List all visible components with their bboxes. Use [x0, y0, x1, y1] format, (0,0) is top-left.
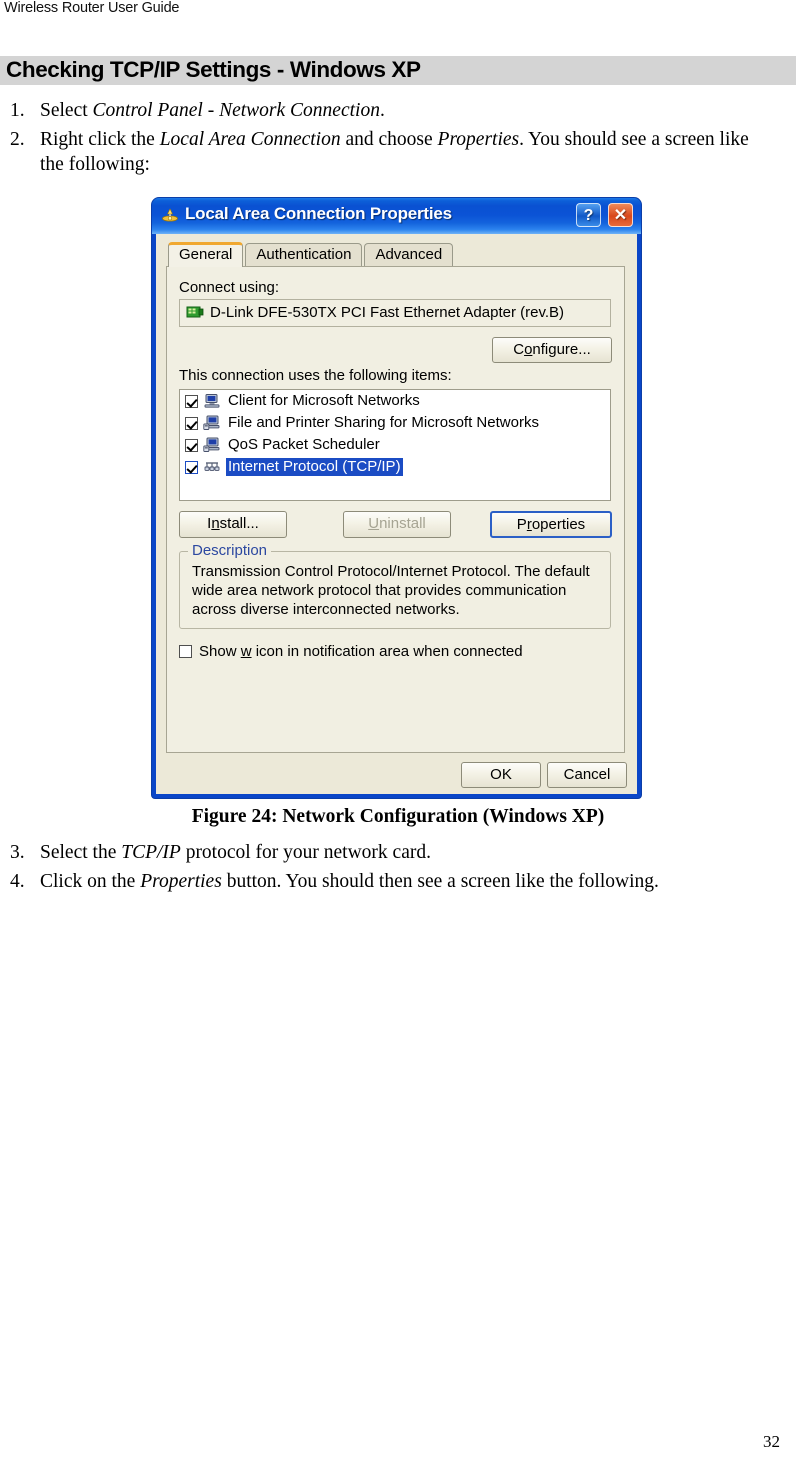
step-text: Select the TCP/IP protocol for your netw… [40, 842, 431, 863]
item-label: Client for Microsoft Networks [228, 392, 420, 409]
figure-caption: Figure 24: Network Configuration (Window… [191, 806, 605, 827]
description-groupbox: Description Transmission Control Protoco… [179, 542, 611, 629]
uninstall-button: Uninstall [343, 511, 451, 538]
qos-scheduler-icon [203, 437, 221, 453]
running-header: Wireless Router User Guide [4, 0, 180, 16]
item-label: File and Printer Sharing for Microsoft N… [228, 414, 539, 431]
item-label: Internet Protocol (TCP/IP) [226, 458, 403, 476]
network-connection-icon [161, 207, 179, 225]
adapter-readonly-box: D-Link DFE-530TX PCI Fast Ethernet Adapt… [179, 299, 611, 327]
list-item[interactable]: Internet Protocol (TCP/IP) [180, 456, 610, 478]
protocol-icon [203, 459, 221, 475]
local-area-connection-properties-dialog: Local Area Connection Properties ? ✕ Gen… [152, 198, 641, 798]
install-button[interactable]: Install... [179, 511, 287, 538]
item-checkbox[interactable] [185, 394, 198, 408]
step-item-2: 4. Click on the Properties button. You sh… [0, 869, 796, 894]
list-item[interactable]: Client for Microsoft Networks [180, 390, 610, 412]
step-number: 4. [10, 871, 25, 892]
configure-button[interactable]: Configure... [492, 337, 612, 363]
step-text: Right click the Local Area Connection an… [40, 129, 749, 175]
step-text: Click on the Properties button. You shou… [40, 871, 659, 892]
dialog-titlebar[interactable]: Local Area Connection Properties ? ✕ [152, 198, 641, 234]
connect-using-label: Connect using: [179, 279, 280, 296]
item-checkbox[interactable] [185, 416, 198, 430]
item-label: QoS Packet Scheduler [228, 436, 380, 453]
section-title: Checking TCP/IP Settings - Windows XP [6, 57, 421, 82]
general-tab-page: Connect using: D-Link DFE-530TX PCI Fast… [166, 266, 625, 753]
tab-strip: General Authentication Advanced [168, 242, 455, 267]
step-text: Select Control Panel - Network Connectio… [40, 100, 385, 121]
tab-advanced[interactable]: Advanced [364, 243, 454, 267]
description-legend: Description [188, 542, 272, 559]
show-icon-notification-checkbox-row[interactable]: Show w icon in notification area when co… [179, 643, 523, 660]
cancel-button[interactable]: Cancel [547, 762, 627, 788]
item-checkbox[interactable] [185, 438, 198, 452]
file-sharing-icon [203, 415, 221, 431]
properties-button[interactable]: Properties [490, 511, 612, 538]
description-text: Transmission Control Protocol/Internet P… [192, 563, 590, 618]
list-item[interactable]: QoS Packet Scheduler [180, 434, 610, 456]
dialog-title: Local Area Connection Properties [185, 204, 452, 223]
show-icon-checkbox[interactable] [179, 645, 192, 658]
step-number: 3. [10, 842, 25, 863]
client-computer-icon [203, 393, 221, 409]
step-item-1: 3. Select the TCP/IP protocol for your ne… [0, 840, 796, 865]
network-items-listbox[interactable]: Client for Microsoft Networks File and Pr… [179, 389, 611, 501]
steps-after-figure: 3. Select the TCP/IP protocol for your ne… [0, 840, 796, 898]
tab-general[interactable]: General [168, 242, 244, 267]
step-number: 2. [10, 129, 25, 150]
step-item-2: 2. Right click the Local Area Connection … [0, 127, 796, 177]
steps-before-figure: 1. Select Control Panel - Network Connect… [0, 98, 796, 181]
page-number: 32 [763, 1432, 780, 1451]
help-button[interactable]: ? [576, 203, 601, 227]
section-banner: Checking TCP/IP Settings - Windows XP [0, 56, 796, 85]
items-label: This connection uses the following items… [179, 367, 452, 384]
adapter-name: D-Link DFE-530TX PCI Fast Ethernet Adapt… [210, 304, 565, 321]
dialog-client-area: General Authentication Advanced Connect us… [156, 234, 637, 794]
close-icon[interactable]: ✕ [608, 203, 633, 227]
show-icon-label: Show w icon in notification area when co… [199, 643, 523, 660]
network-adapter-icon [186, 305, 204, 321]
step-item-1: 1. Select Control Panel - Network Connect… [0, 98, 796, 123]
list-item[interactable]: File and Printer Sharing for Microsoft N… [180, 412, 610, 434]
item-checkbox[interactable] [185, 460, 198, 474]
ok-button[interactable]: OK [461, 762, 541, 788]
step-number: 1. [10, 100, 25, 121]
tab-authentication[interactable]: Authentication [245, 243, 363, 267]
